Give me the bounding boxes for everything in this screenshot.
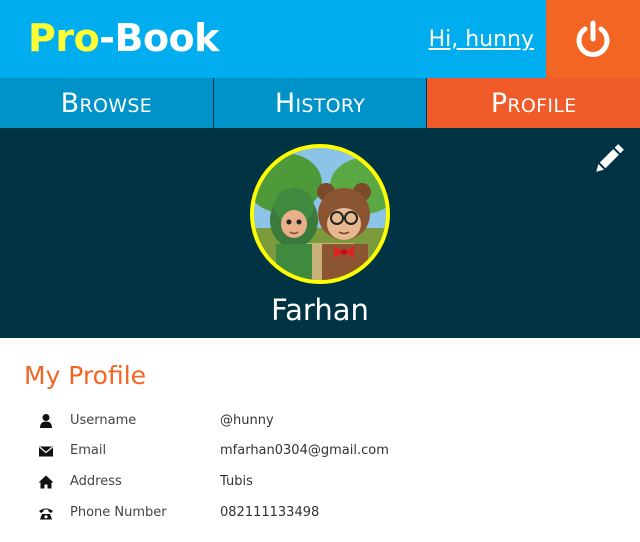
cartoon-avatar (254, 148, 386, 280)
profile-details: My Profile Username @hunny Email mfarhan… (0, 338, 640, 542)
user-greeting-link[interactable]: Hi, hunny (429, 26, 534, 54)
tab-history[interactable]: History (212, 78, 427, 128)
section-title: My Profile (24, 361, 147, 390)
detail-label: Username (70, 413, 137, 428)
detail-row-address: Address Tubis (0, 470, 640, 494)
detail-value: 082111133498 (220, 505, 320, 520)
tab-profile[interactable]: Profile (426, 78, 640, 128)
logo-book: -Book (99, 16, 219, 60)
detail-row-phone: Phone Number 082111133498 (0, 501, 640, 525)
detail-row-username: Username @hunny (0, 409, 640, 433)
profile-name: Farhan (271, 293, 369, 327)
detail-label: Phone Number (70, 505, 167, 520)
profile-avatar (250, 144, 390, 284)
logo-pro: Pro (28, 16, 100, 60)
detail-label: Address (70, 474, 122, 489)
logout-button[interactable] (546, 0, 640, 78)
detail-row-email: Email mfarhan0304@gmail.com (0, 439, 640, 463)
pencil-icon (596, 144, 624, 172)
tab-browse[interactable]: Browse (0, 78, 213, 128)
power-icon (576, 20, 610, 57)
home-icon (38, 475, 54, 489)
detail-value: mfarhan0304@gmail.com (220, 443, 389, 458)
app-header: Pro-Book Hi, hunny (0, 0, 640, 78)
phone-icon (39, 508, 53, 520)
detail-label: Email (70, 443, 107, 458)
edit-profile-button[interactable] (590, 140, 628, 178)
envelope-icon (39, 446, 53, 457)
detail-value: @hunny (220, 413, 274, 428)
app-logo[interactable]: Pro-Book (28, 14, 219, 62)
profile-banner: Farhan (0, 128, 640, 338)
detail-value: Tubis (220, 474, 253, 489)
main-nav: Browse History Profile (0, 78, 640, 128)
user-icon (40, 414, 52, 428)
